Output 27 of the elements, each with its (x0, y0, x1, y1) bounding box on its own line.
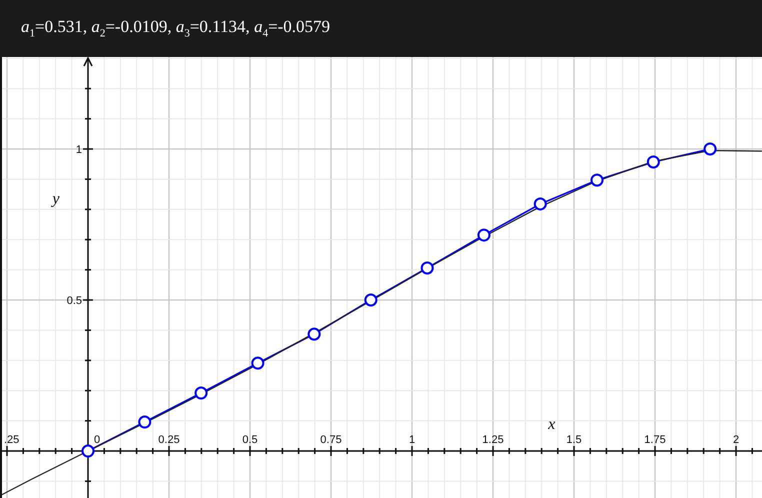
data-point (477, 228, 490, 242)
data-point (646, 155, 660, 168)
data-point (194, 386, 208, 400)
data-point (534, 197, 547, 210)
tick-label: 1.5 (566, 434, 582, 446)
fit-coefficients: a$_{1}$=0.531, a$_{2}$=-0.0109, a$_{3}$=0.1134, a$_{4}$=-0.0579 (21, 17, 330, 40)
data-point (308, 328, 321, 341)
data-point (251, 356, 264, 370)
tick-label: 2 (732, 434, 740, 446)
tick-label: 0.5 (242, 434, 258, 446)
tick-label: 0.5 (66, 295, 82, 307)
data-point (590, 174, 604, 187)
data-point (704, 142, 717, 156)
tick-label: 0 (94, 434, 100, 446)
axis-label: x (548, 416, 556, 433)
axis-label: y (52, 190, 60, 208)
data-point (138, 416, 152, 429)
data-point (420, 261, 434, 274)
tick-label: 1 (76, 144, 82, 156)
tick-label: 0.75 (320, 434, 342, 446)
tick-label: 1.75 (644, 434, 666, 446)
data-point (82, 444, 94, 458)
tick-label: 1.25 (482, 434, 504, 446)
tick-label: 1 (408, 434, 416, 446)
data-point (364, 294, 378, 306)
tick-label: 0.25 (158, 434, 180, 446)
tick-label: .25 (4, 434, 20, 446)
